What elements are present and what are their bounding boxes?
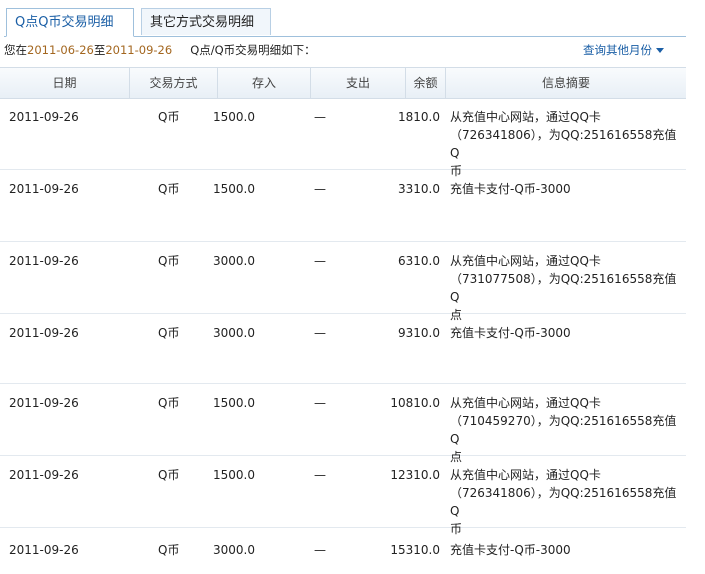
cell-deposit: 3000.0 [213, 326, 255, 340]
cell-expense: — [314, 468, 326, 482]
cell-deposit: 1500.0 [213, 396, 255, 410]
info-line: （726341806），为QQ:251616558充值Q [450, 128, 677, 160]
column-header-method: 交易方式 [130, 68, 218, 98]
cell-deposit: 3000.0 [213, 543, 255, 557]
start-date: 2011-06-26 [27, 43, 94, 57]
cell-expense: — [314, 543, 326, 557]
cell-method: Q币 [158, 543, 180, 557]
cell-deposit: 3000.0 [213, 254, 255, 268]
info-line: （710459270），为QQ:251616558充值Q [450, 414, 677, 446]
cell-balance: 1810.0 [398, 110, 440, 124]
table-row: 2011-09-26 Q币 3000.0 — 9310.0 充值卡支付-Q币-3… [0, 314, 686, 384]
column-header-expense: 支出 [311, 68, 406, 98]
cell-method: Q币 [158, 468, 180, 482]
cell-expense: — [314, 396, 326, 410]
info-line: 从充值中心网站，通过QQ卡 [450, 396, 601, 410]
cell-balance: 3310.0 [398, 182, 440, 196]
end-date: 2011-09-26 [105, 43, 173, 57]
query-summary: 您在2011-06-26至2011-09-26 Q点/Q币交易明细如下： 查询其他… [4, 41, 686, 59]
column-header-info: 信息摘要 [541, 76, 590, 90]
info-line: 充值卡支付-Q币-3000 [450, 182, 571, 196]
info-line: 从充值中心网站，通过QQ卡 [450, 110, 601, 124]
cell-date: 2011-09-26 [9, 396, 79, 410]
info-line: 从充值中心网站，通过QQ卡 [450, 468, 601, 482]
table-row: 2011-09-26 Q币 3000.0 — 15310.0 充值卡支付-Q币-… [0, 528, 686, 574]
cell-date: 2011-09-26 [9, 326, 79, 340]
cell-method: Q币 [158, 326, 180, 340]
caret-down-icon [656, 48, 664, 53]
cell-balance: 15310.0 [390, 543, 440, 557]
cell-expense: — [314, 326, 326, 340]
summary-to: 至 [93, 43, 106, 57]
column-header-balance: 余额 [406, 68, 446, 98]
cell-method: Q币 [158, 254, 180, 268]
query-other-months-label: 查询其他月份 [583, 43, 652, 57]
summary-prefix: 您在 [4, 43, 27, 57]
cell-date: 2011-09-26 [9, 182, 79, 196]
cell-date: 2011-09-26 [9, 254, 79, 268]
cell-balance: 10810.0 [390, 396, 440, 410]
column-header-deposit: 存入 [218, 68, 311, 98]
cell-info: 充值卡支付-Q币-3000 [450, 541, 685, 559]
cell-date: 2011-09-26 [9, 543, 79, 557]
table-row: 2011-09-26 Q币 1500.0 — 12310.0 从充值中心网站，通… [0, 456, 686, 536]
cell-expense: — [314, 110, 326, 124]
info-line: 充值卡支付-Q币-3000 [450, 326, 571, 340]
info-line: 充值卡支付-Q币-3000 [450, 543, 571, 557]
query-other-months-link[interactable]: 查询其他月份 [583, 41, 664, 59]
tab-bar: Q点Q币交易明细 其它方式交易明细 [4, 6, 686, 37]
info-line: 从充值中心网站，通过QQ卡 [450, 254, 601, 268]
cell-balance: 12310.0 [390, 468, 440, 482]
info-line: （726341806），为QQ:251616558充值Q [450, 486, 677, 518]
column-header-date: 日期 [0, 68, 130, 98]
cell-method: Q币 [158, 110, 180, 124]
table-row: 2011-09-26 Q币 1500.0 — 1810.0 从充值中心网站，通过… [0, 98, 686, 178]
table-row: 2011-09-26 Q币 3000.0 — 6310.0 从充值中心网站，通过… [0, 242, 686, 322]
cell-method: Q币 [158, 396, 180, 410]
transaction-table-body: 2011-09-26 Q币 1500.0 — 1810.0 从充值中心网站，通过… [0, 98, 686, 574]
table-row: 2011-09-26 Q币 1500.0 — 3310.0 充值卡支付-Q币-3… [0, 170, 686, 242]
cell-info: 充值卡支付-Q币-3000 [450, 180, 685, 198]
cell-info: 充值卡支付-Q币-3000 [450, 324, 685, 342]
cell-expense: — [314, 182, 326, 196]
cell-date: 2011-09-26 [9, 110, 79, 124]
summary-suffix: Q点/Q币交易明细如下： [190, 43, 316, 57]
cell-deposit: 1500.0 [213, 110, 255, 124]
cell-deposit: 1500.0 [213, 468, 255, 482]
cell-balance: 6310.0 [398, 254, 440, 268]
table-header: 日期 交易方式 存入 支出 余额 信息摘要 [0, 67, 686, 99]
cell-balance: 9310.0 [398, 326, 440, 340]
cell-deposit: 1500.0 [213, 182, 255, 196]
info-line: （731077508），为QQ:251616558充值Q [450, 272, 677, 304]
cell-date: 2011-09-26 [9, 468, 79, 482]
table-row: 2011-09-26 Q币 1500.0 — 10810.0 从充值中心网站，通… [0, 384, 686, 464]
tab-other-method-details[interactable]: 其它方式交易明细 [141, 8, 271, 35]
cell-method: Q币 [158, 182, 180, 196]
tab-qpoint-qcoin-details[interactable]: Q点Q币交易明细 [6, 8, 134, 37]
cell-expense: — [314, 254, 326, 268]
